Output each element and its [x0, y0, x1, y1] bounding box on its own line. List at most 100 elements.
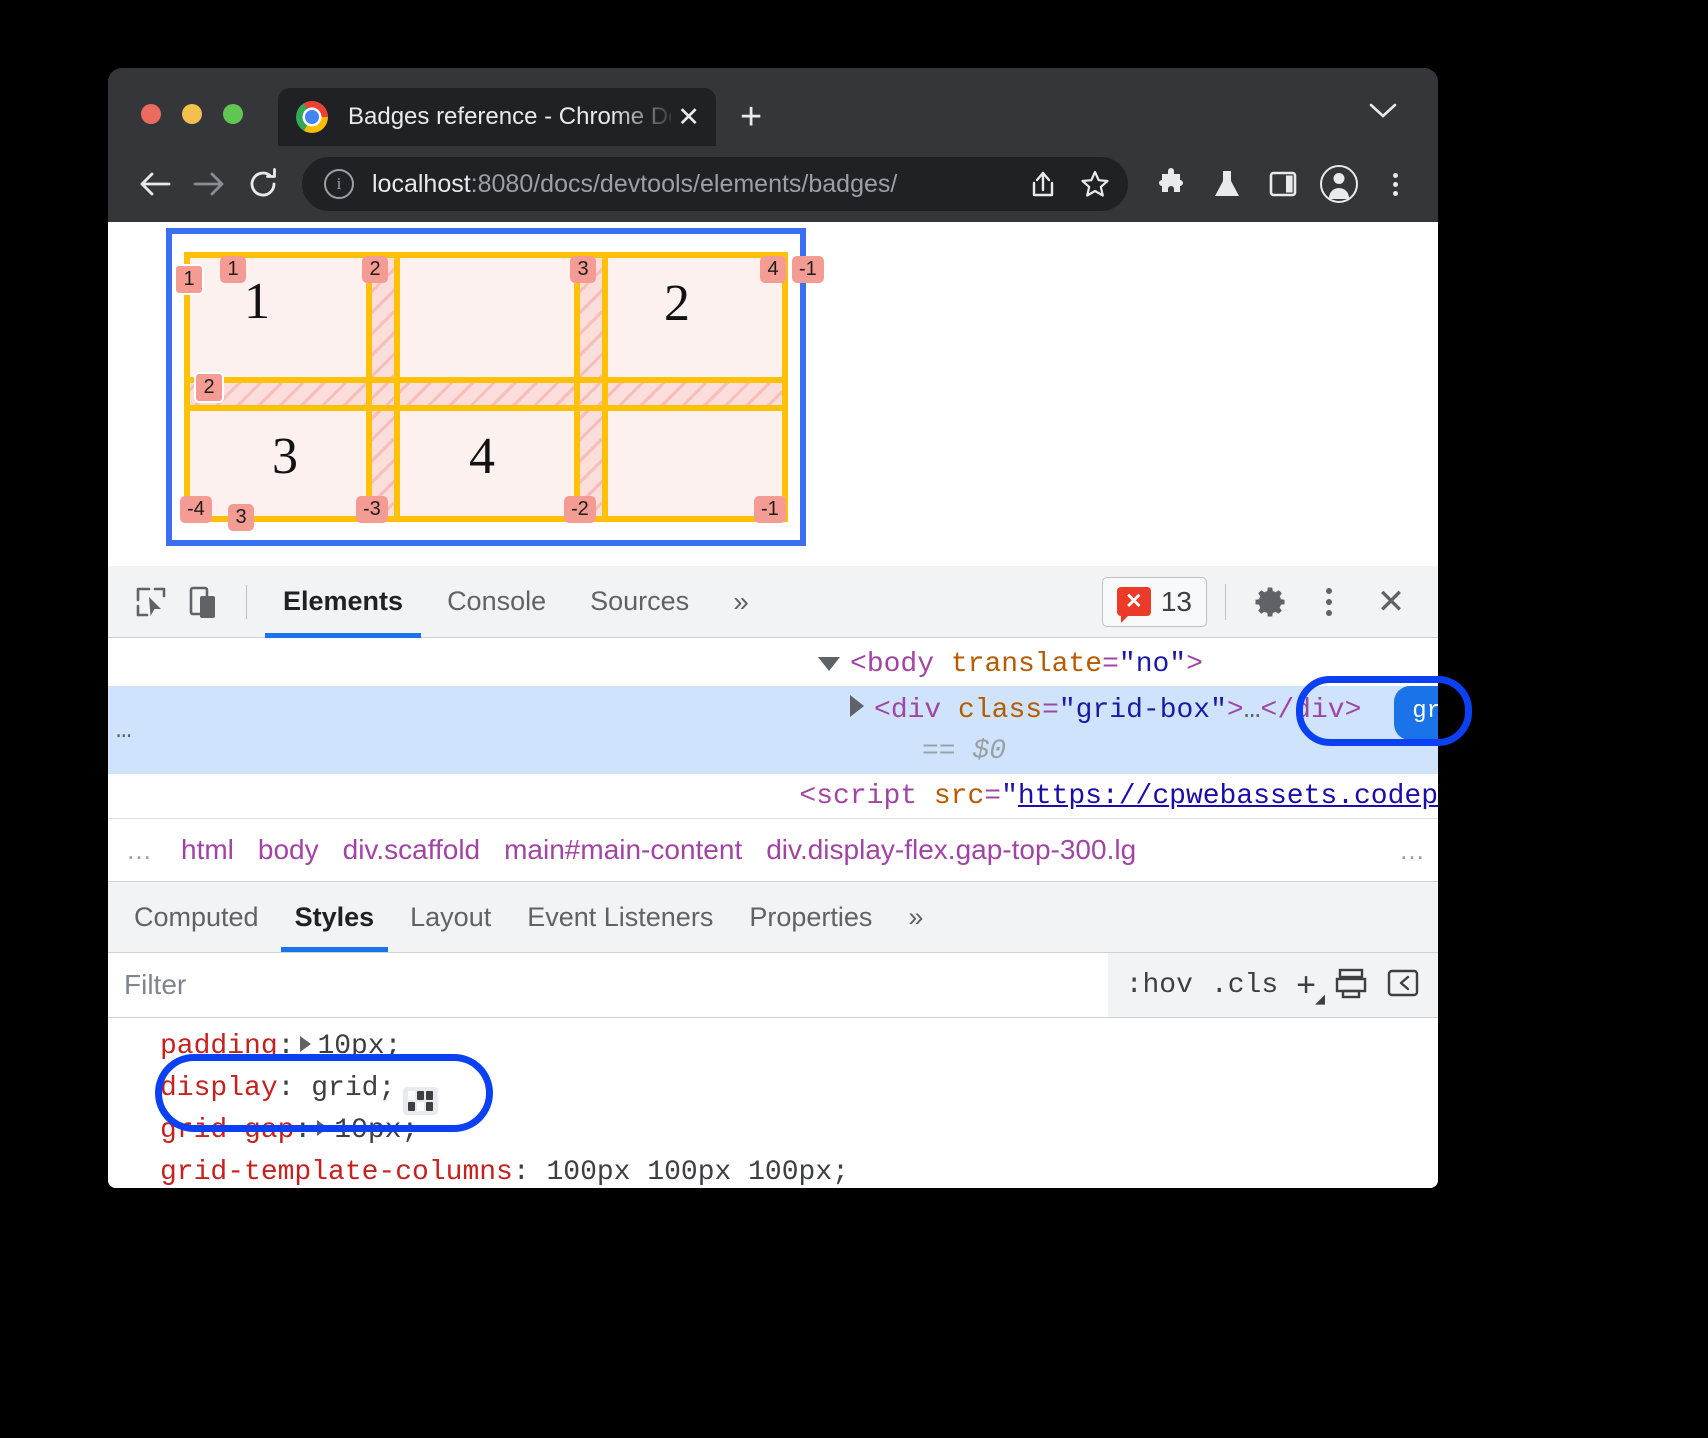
share-icon[interactable] [1020, 161, 1066, 207]
lab-flask-icon[interactable] [1204, 161, 1250, 207]
grid-badge-ring [1296, 676, 1472, 746]
breadcrumb-item-div-scaffold[interactable]: div.scaffold [331, 834, 492, 866]
breadcrumb: … html body div.scaffold main#main-conte… [108, 818, 1438, 881]
grid-line-label-col-3: 3 [570, 256, 596, 283]
chevron-down-icon[interactable] [1368, 102, 1398, 120]
back-arrow-icon[interactable] [128, 157, 182, 211]
toggle-sidebar-icon[interactable] [1386, 966, 1420, 1005]
grid-overlay: 1 2 3 4 1 1 2 3 4 -1 2 -4 3 -3 -2 -1 [166, 228, 806, 546]
error-count-badge[interactable]: ✕ 13 [1102, 577, 1207, 627]
tab-computed[interactable]: Computed [116, 882, 277, 952]
device-toggle-icon[interactable] [178, 575, 232, 629]
page-viewport: 1 2 3 4 1 1 2 3 4 -1 2 -4 3 -3 -2 -1 [108, 222, 1438, 566]
attr-name: translate [951, 649, 1102, 680]
extensions-puzzle-icon[interactable] [1148, 161, 1194, 207]
new-style-rule-button[interactable]: +◢ [1296, 966, 1316, 1005]
bookmark-star-icon[interactable] [1072, 161, 1118, 207]
style-value: 100px 100px 100px [546, 1157, 832, 1188]
breadcrumb-item-body[interactable]: body [246, 834, 331, 866]
styles-sidebar-tabs: Computed Styles Layout Event Listeners P… [108, 881, 1438, 953]
inspect-cursor-icon[interactable] [124, 575, 178, 629]
url-text: localhost:8080/docs/devtools/elements/ba… [372, 170, 1020, 199]
forward-arrow-icon[interactable] [182, 157, 236, 211]
selected-node-equals: == [922, 736, 956, 767]
tag-name: div [891, 695, 941, 726]
close-icon[interactable]: ✕ [1360, 575, 1422, 629]
browser-tab[interactable]: Badges reference - Chrome De ✕ [278, 88, 716, 146]
gear-icon[interactable] [1244, 575, 1298, 629]
chrome-menu-kebab-icon[interactable] [1372, 161, 1418, 207]
grid-area: 1 2 3 4 [184, 252, 788, 522]
grid-line-col-2a [366, 252, 372, 522]
browser-toolbar: i localhost:8080/docs/devtools/elements/… [108, 146, 1438, 222]
breadcrumb-item-main[interactable]: main#main-content [492, 834, 754, 866]
new-tab-button[interactable]: + [740, 98, 762, 136]
grid-line-label-col-neg-3: -3 [356, 496, 388, 523]
close-window-button[interactable] [141, 104, 161, 124]
profile-avatar-icon[interactable] [1316, 161, 1362, 207]
site-info-icon[interactable]: i [324, 169, 354, 199]
tab-properties[interactable]: Properties [731, 882, 890, 952]
grid-line-col-3b [602, 252, 608, 522]
attr-name: src [934, 781, 984, 812]
tag-name: body [867, 649, 934, 680]
grid-line-label-col-4: 4 [760, 256, 786, 283]
attr-value: "no" [1119, 649, 1186, 680]
tab-layout[interactable]: Layout [392, 882, 509, 952]
expand-triangle-icon[interactable] [818, 657, 840, 671]
dom-tree: <body translate="no"> … <div class="grid… [108, 638, 1438, 818]
grid-line-label-col-neg-2: -2 [564, 496, 596, 523]
toolbar-extension-icons [1148, 161, 1418, 207]
style-rule-grid-template-columns[interactable]: grid-template-columns: 100px 100px 100px… [160, 1152, 1438, 1188]
tab-event-listeners[interactable]: Event Listeners [509, 882, 731, 952]
grid-line-col-2b [394, 252, 400, 522]
grid-line-col-4 [782, 252, 788, 522]
expand-triangle-icon[interactable] [300, 1036, 311, 1052]
hov-button[interactable]: :hov [1126, 970, 1193, 1001]
cls-button[interactable]: .cls [1211, 970, 1278, 1001]
filter-input[interactable]: Filter [108, 969, 1108, 1001]
maximize-window-button[interactable] [223, 104, 243, 124]
close-icon[interactable]: ✕ [677, 104, 700, 131]
dom-row-body[interactable]: <body translate="no"> [108, 642, 1438, 686]
grid-line-label-col-2: 2 [362, 256, 388, 283]
more-sidebar-tabs-icon[interactable]: » [890, 882, 941, 952]
window-controls[interactable] [141, 104, 243, 124]
breadcrumb-overflow-start[interactable]: … [112, 835, 169, 866]
dom-row-grid-box[interactable]: … <div class="grid-box">…</div> grid == … [108, 686, 1438, 774]
grid-cell-number: 2 [664, 274, 690, 333]
chrome-logo-icon [296, 101, 328, 133]
more-tabs-icon[interactable]: » [711, 566, 771, 638]
kebab-menu-icon[interactable] [1302, 575, 1356, 629]
breadcrumb-overflow-end[interactable]: … [1389, 835, 1438, 866]
breadcrumb-item-html[interactable]: html [169, 834, 246, 866]
grid-line-label-row-3: 3 [228, 504, 254, 531]
minimize-window-button[interactable] [182, 104, 202, 124]
tag-name: script [816, 781, 917, 812]
grid-line-label-col-neg-1b: -1 [754, 496, 786, 523]
tab-sources[interactable]: Sources [568, 566, 711, 638]
grid-line-label-row-2: 2 [194, 372, 224, 403]
url-host: localhost [372, 170, 471, 198]
tab-strip: Badges reference - Chrome De ✕ + [108, 68, 1438, 146]
side-panel-icon[interactable] [1260, 161, 1306, 207]
attr-value: "grid-box" [1059, 695, 1227, 726]
print-style-icon[interactable] [1334, 966, 1368, 1005]
reload-icon[interactable] [236, 157, 290, 211]
breadcrumb-item-div-display-flex[interactable]: div.display-flex.gap-top-300.lg [754, 834, 1148, 866]
script-src-link[interactable]: https://cpwebassets.codep [1018, 781, 1438, 812]
toolbar-divider [246, 585, 247, 619]
attr-name: class [958, 695, 1042, 726]
grid-line-label-row-1: 1 [220, 256, 246, 283]
grid-line-row-2b [184, 405, 788, 411]
tab-elements[interactable]: Elements [261, 566, 425, 638]
address-bar[interactable]: i localhost:8080/docs/devtools/elements/… [302, 157, 1128, 211]
dom-row-script[interactable]: <script src="https://cpwebassets.codep [108, 774, 1438, 818]
tab-styles[interactable]: Styles [277, 882, 393, 952]
grid-line-label-col-neg-1: -1 [792, 256, 824, 283]
grid-line-label-col-1: 1 [174, 264, 204, 295]
error-icon: ✕ [1117, 587, 1151, 616]
tab-console[interactable]: Console [425, 566, 568, 638]
expand-triangle-icon[interactable] [850, 695, 864, 717]
url-path: :8080/docs/devtools/elements/badges/ [471, 170, 898, 198]
